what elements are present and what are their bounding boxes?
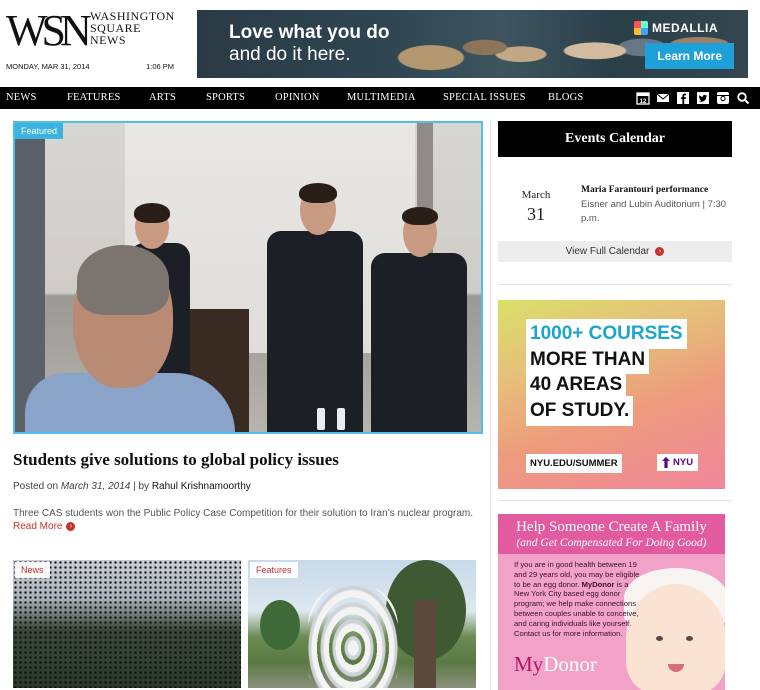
donor-ad-subhead: (and Get Compensated For Doing Good) bbox=[516, 537, 707, 549]
sidebar-divider bbox=[498, 284, 732, 285]
mydonor-ad[interactable]: Help Someone Create A Family (and Get Co… bbox=[498, 514, 725, 690]
photo-presenter-3 bbox=[371, 253, 467, 432]
nav-item-blogs[interactable]: BLOGS bbox=[548, 92, 583, 103]
nyu-ad-line3: 40 AREAS bbox=[526, 371, 627, 399]
category-badge-features[interactable]: Features bbox=[250, 562, 298, 578]
article-title[interactable]: Students give solutions to global policy… bbox=[13, 450, 339, 470]
learn-more-button[interactable]: Learn More bbox=[645, 43, 734, 69]
mydonor-logo-my: My bbox=[514, 652, 544, 676]
nyu-torch-icon bbox=[662, 457, 670, 468]
read-more-link[interactable]: Read More › bbox=[13, 521, 76, 532]
photo-presenter-2-hair bbox=[299, 183, 337, 203]
nav-item-sports[interactable]: SPORTS bbox=[206, 92, 245, 103]
article-excerpt: Three CAS students won the Public Policy… bbox=[13, 508, 474, 519]
column-divider bbox=[490, 121, 491, 690]
calendar-icon[interactable]: 12 bbox=[636, 91, 650, 105]
top-banner-ad[interactable]: Love what you do and do it here. MEDALLI… bbox=[197, 10, 748, 78]
event-month: March bbox=[521, 189, 551, 201]
calendar-number: 12 bbox=[640, 99, 647, 105]
featured-image[interactable]: Featured bbox=[13, 121, 483, 434]
medallia-logo-icon bbox=[634, 21, 648, 35]
instagram-icon[interactable] bbox=[716, 91, 730, 105]
view-full-calendar-button[interactable]: View Full Calendar › bbox=[498, 241, 732, 262]
posted-label: Posted on bbox=[13, 481, 59, 492]
nav-item-news[interactable]: NEWS bbox=[6, 92, 37, 103]
logo-text: WASHINGTON SQUARE NEWS bbox=[90, 10, 175, 46]
nyu-ad-url: NYU.EDU/SUMMER bbox=[526, 454, 622, 473]
article-meta: Posted on March 31, 2014 | by Rahul Kris… bbox=[13, 481, 251, 492]
sidebar-divider bbox=[498, 500, 732, 501]
photo-tree-trunk bbox=[414, 600, 436, 688]
donor-ad-headline: Help Someone Create A Family bbox=[516, 519, 707, 535]
arrow-right-icon: › bbox=[66, 522, 76, 531]
photo-baby-eye bbox=[686, 636, 693, 641]
nyu-ad-line4: OF STUDY. bbox=[526, 396, 634, 426]
arrow-right-icon: › bbox=[655, 247, 665, 256]
read-more-label: Read More bbox=[13, 521, 63, 532]
current-date: MONDAY, MAR 31, 2014 bbox=[6, 62, 90, 71]
photo-sculpture bbox=[308, 585, 398, 688]
photo-audience-hair bbox=[77, 245, 169, 315]
logo-line-news: NEWS bbox=[90, 33, 126, 47]
ad-headline: Love what you do and do it here. bbox=[229, 22, 389, 66]
mail-icon[interactable] bbox=[656, 91, 670, 105]
photo-presenter-3-hair bbox=[402, 207, 438, 225]
site-logo[interactable]: WSN WASHINGTON SQUARE NEWS bbox=[6, 8, 186, 68]
article-author[interactable]: Rahul Krishnamoorthy bbox=[152, 481, 251, 492]
photo-presenter-2 bbox=[267, 231, 363, 432]
photo-presenter-1-hair bbox=[134, 203, 170, 223]
features-thumbnail[interactable]: Features bbox=[248, 560, 476, 688]
nyu-logo-text: NYU bbox=[673, 457, 694, 468]
category-badge-news[interactable]: News bbox=[15, 562, 50, 578]
twitter-icon[interactable] bbox=[696, 91, 710, 105]
article-date: March 31, 2014 bbox=[60, 481, 131, 492]
ad-headline-line1: Love what you do bbox=[229, 22, 390, 43]
nyu-ad-line2: MORE THAN bbox=[526, 346, 650, 374]
photo-baby-eye bbox=[656, 636, 663, 641]
nav-item-arts[interactable]: ARTS bbox=[149, 92, 176, 103]
donor-ad-body: If you are in good health between 19 and… bbox=[514, 560, 642, 638]
current-time: 1:06 PM bbox=[146, 62, 174, 71]
byline-separator: | by bbox=[133, 481, 150, 492]
nyu-summer-ad[interactable]: 1000+ COURSES MORE THAN 40 AREAS OF STUD… bbox=[498, 300, 725, 489]
nav-item-features[interactable]: FEATURES bbox=[67, 92, 121, 103]
news-thumbnail[interactable]: News bbox=[13, 560, 241, 688]
view-full-calendar-label: View Full Calendar bbox=[565, 246, 650, 257]
logo-mark: WSN bbox=[6, 6, 92, 55]
ad-photo-people-left bbox=[377, 10, 557, 78]
event-day: 31 bbox=[527, 204, 545, 224]
main-nav: NEWS FEATURES ARTS SPORTS OPINION MULTIM… bbox=[0, 87, 760, 109]
nyu-ad-line1: 1000+ COURSES bbox=[526, 319, 687, 349]
facebook-icon[interactable] bbox=[676, 91, 690, 105]
mydonor-logo-donor: Donor bbox=[543, 652, 597, 676]
photo-water-bottle bbox=[317, 408, 325, 430]
photo-water-bottle bbox=[337, 408, 345, 430]
nav-item-opinion[interactable]: OPINION bbox=[275, 92, 320, 103]
ad-brand-name: MEDALLIA bbox=[652, 21, 718, 35]
donor-ad-brand: MyDonor bbox=[581, 579, 615, 589]
dateline: MONDAY, MAR 31, 2014 1:06 PM bbox=[6, 62, 174, 71]
nav-item-multimedia[interactable]: MULTIMEDIA bbox=[347, 92, 416, 103]
nav-item-special-issues[interactable]: SPECIAL ISSUES bbox=[443, 92, 526, 103]
featured-badge: Featured bbox=[15, 123, 64, 139]
event-location: Eisner and Lubin Auditorium | 7:30 p.m. bbox=[581, 199, 727, 224]
ad-headline-line2: and do it here. bbox=[229, 44, 351, 65]
photo-palm-tree bbox=[260, 600, 300, 650]
events-calendar-heading: Events Calendar bbox=[498, 121, 732, 157]
search-icon[interactable] bbox=[736, 91, 750, 105]
ad-brand: MEDALLIA bbox=[634, 21, 718, 35]
event-title[interactable]: Maria Farantouri performance bbox=[581, 185, 708, 195]
mydonor-logo: MyDonor bbox=[514, 652, 597, 677]
nav-icon-group: 12 bbox=[636, 91, 750, 105]
nyu-logo: NYU bbox=[657, 454, 699, 471]
